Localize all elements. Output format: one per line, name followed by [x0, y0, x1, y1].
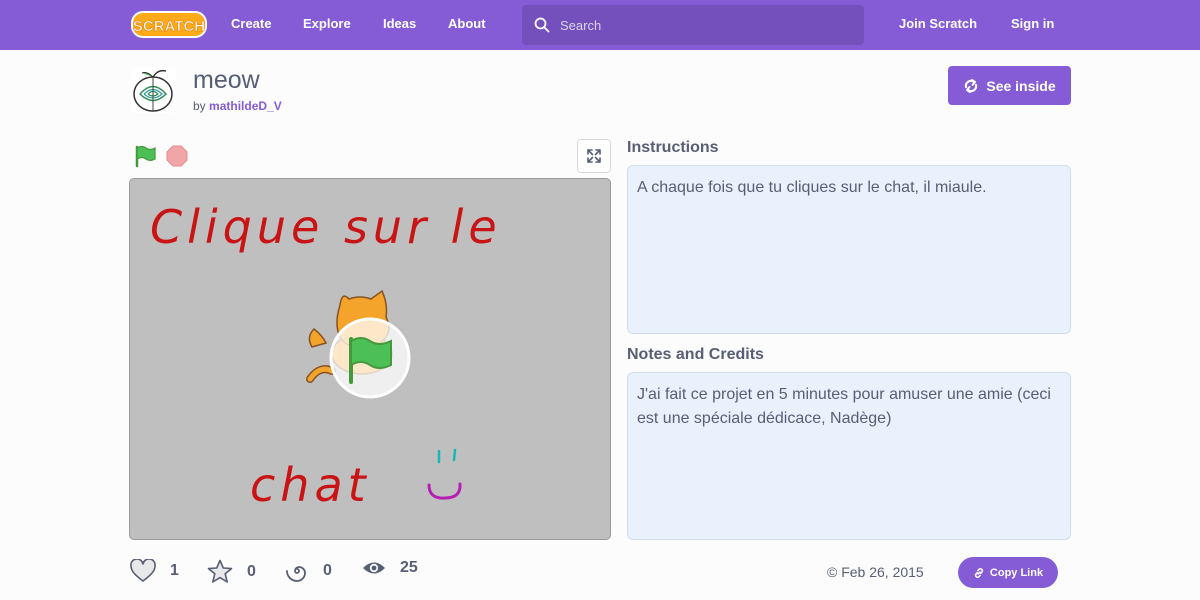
- instructions-text: A chaque fois que tu cliques sur le chat…: [637, 179, 987, 196]
- see-inside-label: See inside: [986, 77, 1056, 94]
- views-count: 25: [400, 559, 418, 576]
- stage-handwriting-line2: chat: [250, 458, 371, 512]
- loves-stat[interactable]: 1: [130, 559, 179, 583]
- remixes-stat: 0: [285, 559, 332, 583]
- sign-in-link[interactable]: Sign in: [1011, 16, 1054, 31]
- instructions-box: A chaque fois que tu cliques sur le chat…: [627, 165, 1071, 334]
- stop-sign-icon: [166, 145, 188, 167]
- search-input[interactable]: [560, 17, 840, 33]
- notes-box: J'ai fait ce projet en 5 minutes pour am…: [627, 372, 1071, 540]
- author-avatar[interactable]: [130, 67, 176, 113]
- heart-icon: [130, 559, 156, 582]
- remix-spiral-icon: [286, 566, 306, 582]
- notes-text: J'ai fait ce projet en 5 minutes pour am…: [637, 386, 1051, 427]
- nav-explore-link[interactable]: Explore: [303, 16, 351, 31]
- copy-link-button[interactable]: Copy Link: [958, 557, 1058, 588]
- byline-prefix: by: [193, 99, 206, 113]
- remix-arrows-icon: [965, 78, 978, 93]
- nav-create-link[interactable]: Create: [231, 16, 271, 31]
- green-flag-icon: [135, 145, 156, 168]
- search-bar[interactable]: [522, 5, 864, 45]
- green-flag-button[interactable]: [133, 144, 157, 168]
- share-date: © Feb 26, 2015: [827, 564, 924, 580]
- project-byline: by mathildeD_V: [193, 99, 282, 113]
- stop-button[interactable]: [166, 145, 188, 167]
- stage-handwriting-line1: Clique sur le: [150, 200, 502, 254]
- views-stat: 25: [362, 559, 418, 577]
- project-title: meow: [193, 66, 260, 94]
- eye-icon: [363, 562, 385, 574]
- top-nav: SCRATCH Create Explore Ideas About Join …: [0, 0, 1200, 50]
- instructions-heading: Instructions: [627, 139, 719, 156]
- favorites-count: 0: [247, 562, 256, 580]
- project-stage[interactable]: Clique sur le chat: [129, 178, 611, 540]
- fullscreen-icon: [587, 149, 601, 163]
- copy-link-label: Copy Link: [989, 566, 1044, 579]
- see-inside-button[interactable]: See inside: [948, 66, 1071, 105]
- author-link[interactable]: mathildeD_V: [209, 99, 282, 113]
- loves-count: 1: [170, 562, 179, 579]
- play-overlay-button[interactable]: [329, 317, 411, 399]
- nav-ideas-link[interactable]: Ideas: [383, 16, 416, 31]
- scratch-logo[interactable]: SCRATCH: [130, 10, 208, 39]
- fullscreen-button[interactable]: [577, 139, 611, 173]
- svg-text:SCRATCH: SCRATCH: [133, 18, 205, 35]
- nav-about-link[interactable]: About: [448, 16, 486, 31]
- link-icon: [974, 567, 984, 578]
- join-scratch-link[interactable]: Join Scratch: [899, 16, 977, 31]
- smiley-doodle: [427, 448, 462, 500]
- star-icon: [207, 559, 233, 583]
- remixes-count: 0: [323, 562, 332, 579]
- favorites-stat[interactable]: 0: [207, 559, 256, 584]
- search-icon: [534, 17, 550, 33]
- notes-heading: Notes and Credits: [627, 346, 764, 363]
